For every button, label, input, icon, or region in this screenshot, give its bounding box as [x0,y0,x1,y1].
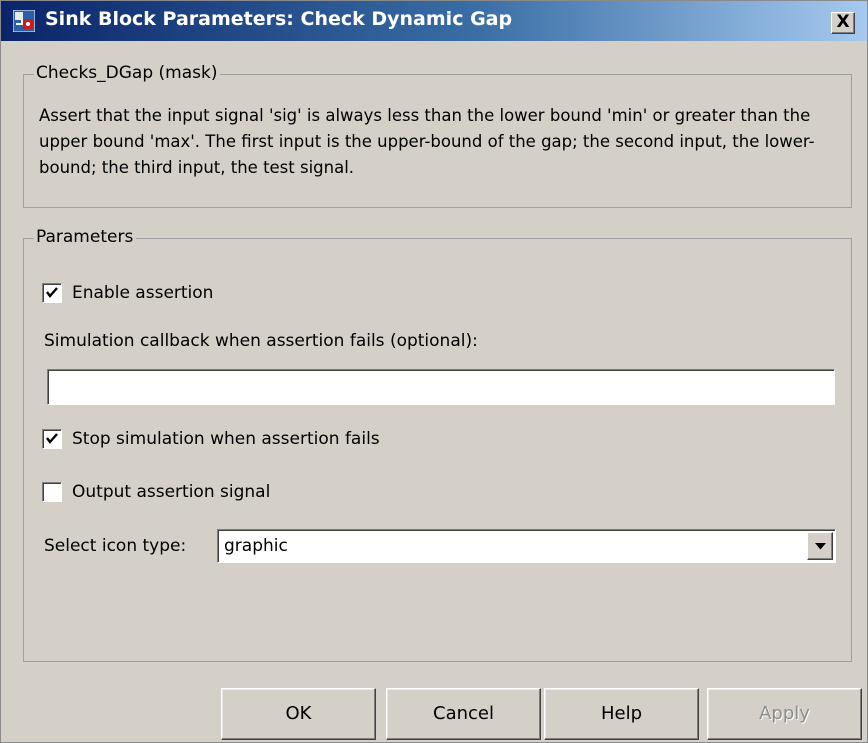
mask-description: Assert that the input signal 'sig' is al… [39,106,815,177]
help-button[interactable]: Help [544,688,699,740]
dropdown-button[interactable] [807,532,833,560]
icon-type-value: graphic [224,536,288,556]
icon-type-select[interactable]: graphic [217,529,836,563]
dialog-window: Sink Block Parameters: Check Dynamic Gap… [0,0,868,743]
parameters-group: Parameters Enable assertion Simulation c… [23,227,852,662]
window-title: Sink Block Parameters: Check Dynamic Gap [45,8,513,30]
output-signal-label: Output assertion signal [72,482,271,502]
chevron-down-icon [815,543,826,550]
apply-button[interactable]: Apply [707,688,862,740]
output-signal-row[interactable]: Output assertion signal [42,482,270,502]
mask-description-group: Checks_DGap (mask) Assert that the input… [23,63,852,208]
stop-simulation-checkbox[interactable] [42,429,62,449]
simulink-block-icon [12,9,36,33]
close-button[interactable]: X [831,12,855,34]
enable-assertion-label: Enable assertion [72,283,214,303]
enable-assertion-row[interactable]: Enable assertion [42,283,213,303]
cancel-button[interactable]: Cancel [386,688,541,740]
enable-assertion-checkbox[interactable] [42,283,62,303]
checkmark-icon [46,287,58,298]
checkmark-icon [46,433,58,444]
callback-label: Simulation callback when assertion fails… [44,331,478,351]
stop-simulation-row[interactable]: Stop simulation when assertion fails [42,429,380,449]
output-signal-checkbox[interactable] [42,482,62,502]
icon-type-label: Select icon type: [44,536,187,556]
stop-simulation-label: Stop simulation when assertion fails [72,429,380,449]
callback-input[interactable] [47,369,835,405]
parameters-group-title: Parameters [34,227,137,247]
ok-button[interactable]: OK [221,688,376,740]
close-icon: X [836,12,850,32]
mask-group-title: Checks_DGap (mask) [34,63,221,83]
title-bar[interactable]: Sink Block Parameters: Check Dynamic Gap… [1,1,867,41]
